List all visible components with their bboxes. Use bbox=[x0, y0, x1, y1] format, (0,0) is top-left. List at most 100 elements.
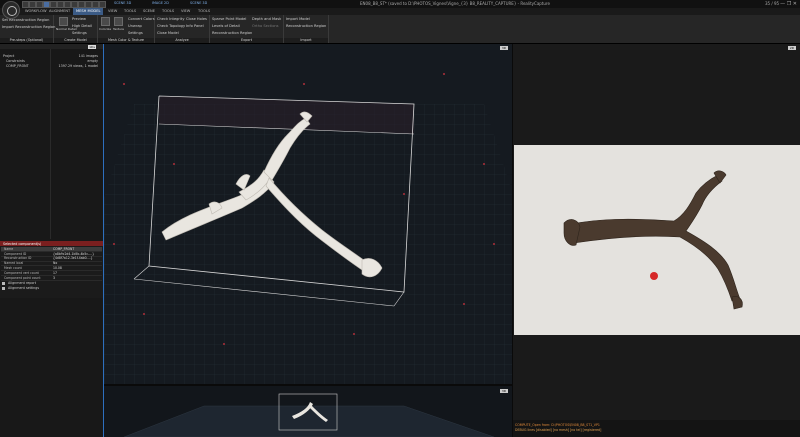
section-alignment-settings[interactable]: Alignment settings bbox=[2, 286, 101, 291]
ground-grid bbox=[104, 104, 512, 384]
scene-tab-2[interactable]: IMAGE 2D bbox=[152, 1, 169, 5]
unwrap-button[interactable]: Unwrap bbox=[128, 24, 142, 28]
photo-content bbox=[514, 145, 800, 335]
scene-tab-1[interactable]: SCENE 3D bbox=[114, 1, 131, 5]
tab-tools-2[interactable]: TOOLS bbox=[159, 8, 177, 15]
group-create-model: Normal Detail Preview High Detail Settin… bbox=[54, 15, 98, 43]
group-mesh-color: Colorize Texture Convert Colors Unwrap S… bbox=[98, 15, 155, 43]
info-panel-button[interactable]: Info Panel bbox=[186, 24, 204, 28]
import-model-button[interactable]: Import Model bbox=[286, 17, 310, 21]
tree-item-project[interactable]: Project bbox=[3, 54, 14, 58]
layout-icon-7[interactable] bbox=[85, 1, 92, 8]
tree-value-component: 1397.29 views, 1 model bbox=[58, 64, 99, 68]
layout-icon-2[interactable] bbox=[50, 1, 57, 8]
layout-icon-4[interactable] bbox=[64, 1, 71, 8]
close-holes-button[interactable]: Close Holes bbox=[186, 17, 207, 21]
log-line-1: COMPUTE_Open from: D:\PHOTOS\EN08_B8_ST1… bbox=[515, 423, 600, 427]
check-topology-button[interactable]: Check Topology bbox=[157, 24, 185, 28]
group-label: Import bbox=[284, 38, 328, 43]
mini-render bbox=[123, 393, 495, 437]
property-value: 17 bbox=[53, 270, 57, 275]
section-label: Alignment report bbox=[8, 281, 37, 285]
normal-detail-icon[interactable] bbox=[59, 17, 68, 26]
property-value: 3 bbox=[53, 275, 55, 280]
property-key: Mesh count bbox=[4, 265, 22, 270]
save-project-icon[interactable] bbox=[36, 1, 43, 8]
inspector-header: Selected component(s) bbox=[0, 241, 103, 246]
panel-layout-button[interactable]: 1Ds bbox=[88, 44, 96, 49]
close-model-button[interactable]: Close Model bbox=[157, 31, 179, 35]
texture-icon[interactable] bbox=[114, 17, 123, 26]
group-import: Import Model Reconstruction Region Impor… bbox=[284, 15, 329, 43]
tab-tools[interactable]: TOOLS bbox=[121, 8, 139, 15]
sparse-point-model-button[interactable]: Sparse Point Model bbox=[212, 17, 246, 21]
property-value: 10.08 bbox=[53, 265, 62, 270]
group-label: Mesh Color & Texture bbox=[98, 38, 154, 43]
group-export: Sparse Point Model Levels of Detail Reco… bbox=[210, 15, 284, 43]
new-project-icon[interactable] bbox=[22, 1, 29, 8]
convert-colors-button[interactable]: Convert Colors bbox=[128, 17, 155, 21]
tab-view[interactable]: VIEW bbox=[105, 8, 120, 15]
viewport-mode-button[interactable]: 3D bbox=[500, 46, 508, 50]
viewport-3d[interactable] bbox=[104, 44, 512, 384]
import-region-button[interactable]: Reconstruction Region bbox=[286, 24, 326, 28]
section-label: Alignment settings bbox=[8, 286, 40, 290]
layout-icon-8[interactable] bbox=[92, 1, 99, 8]
window-title: EN08_B8_ST* (saved to D:\PHOTOS_Vignes\V… bbox=[360, 1, 550, 6]
property-key: Component vert count bbox=[4, 270, 39, 275]
tab-view-2[interactable]: VIEW bbox=[178, 8, 193, 15]
property-key: Component ID bbox=[4, 251, 27, 256]
group-label: Pre-steps (Optional) bbox=[0, 38, 53, 43]
group-label: Analyze bbox=[155, 38, 209, 43]
image-mode-button[interactable]: 2D bbox=[788, 46, 796, 50]
tab-mesh-model[interactable]: MESH MODEL bbox=[73, 8, 104, 15]
colorize-icon[interactable] bbox=[101, 17, 110, 26]
inspector-title: Selected component(s) bbox=[3, 241, 42, 246]
depth-and-mask-button[interactable]: Depth and Mask bbox=[252, 17, 281, 21]
log-line-2: DEBUG lines [disabled] [no mesh] [no tel… bbox=[515, 428, 602, 432]
console-log: COMPUTE_Open from: D:\PHOTOS\EN08_B8_ST1… bbox=[513, 420, 800, 437]
status-counter: 35 / 95 bbox=[765, 1, 780, 6]
layout-icon-5[interactable] bbox=[71, 1, 78, 8]
property-key: Component point count bbox=[4, 275, 41, 280]
export-reconstruction-region-button[interactable]: Reconstruction Region bbox=[212, 31, 252, 35]
property-value: {4d8f7a12-3e1f-4ab0-...} bbox=[53, 256, 93, 261]
texture-button[interactable]: Texture bbox=[113, 27, 124, 31]
panel-splitter[interactable] bbox=[50, 49, 51, 239]
preview-button[interactable]: Preview bbox=[72, 17, 86, 21]
property-key: Named local bbox=[4, 261, 24, 266]
property-value: No bbox=[53, 261, 58, 266]
tab-alignment[interactable]: ALIGNMENT bbox=[46, 8, 73, 15]
colorize-button[interactable]: Colorize bbox=[99, 27, 111, 31]
import-reconstruction-region-button[interactable]: Import Reconstruction Region bbox=[2, 25, 55, 29]
window-controls[interactable]: — ❐ ✕ bbox=[780, 1, 797, 7]
open-project-icon[interactable] bbox=[29, 1, 36, 8]
levels-of-detail-button[interactable]: Levels of Detail bbox=[212, 24, 240, 28]
layout-icon-9[interactable] bbox=[99, 1, 106, 8]
ortho-sections-button[interactable]: Ortho Sections bbox=[252, 24, 279, 28]
property-key: Reconstruction ID bbox=[4, 256, 32, 261]
layout-icon-6[interactable] bbox=[78, 1, 85, 8]
texture-settings-button[interactable]: Settings bbox=[128, 31, 143, 35]
group-pre-steps: Set Reconstruction Region Import Reconst… bbox=[0, 15, 55, 43]
property-value: COMP_FRONT bbox=[53, 246, 75, 251]
tab-scene[interactable]: SCENE bbox=[140, 8, 158, 15]
group-label: Create Model bbox=[54, 38, 97, 43]
property-key: Name bbox=[4, 246, 14, 251]
tree-item-component[interactable]: COMP_FRONT bbox=[6, 64, 29, 68]
layout-icon-3[interactable] bbox=[57, 1, 64, 8]
group-analyze: Check Integrity Check Topology Close Mod… bbox=[155, 15, 210, 43]
check-integrity-button[interactable]: Check Integrity bbox=[157, 17, 184, 21]
layout-icon[interactable] bbox=[43, 1, 50, 8]
scene-tab-3[interactable]: SCENE 3D bbox=[190, 1, 207, 5]
app-logo-icon[interactable] bbox=[2, 1, 20, 19]
tab-tools-3[interactable]: TOOLS bbox=[195, 8, 213, 15]
expand-icon bbox=[2, 286, 5, 290]
mini-viewport-mode-button[interactable]: 3D bbox=[500, 389, 508, 393]
tree-item-constraints[interactable]: Constraints bbox=[6, 59, 25, 63]
high-detail-button[interactable]: High Detail bbox=[72, 24, 92, 28]
expand-icon bbox=[2, 281, 5, 285]
create-settings-button[interactable]: Settings bbox=[72, 31, 87, 35]
viewport-3d-mini[interactable] bbox=[104, 386, 512, 437]
source-photo[interactable] bbox=[514, 145, 800, 335]
